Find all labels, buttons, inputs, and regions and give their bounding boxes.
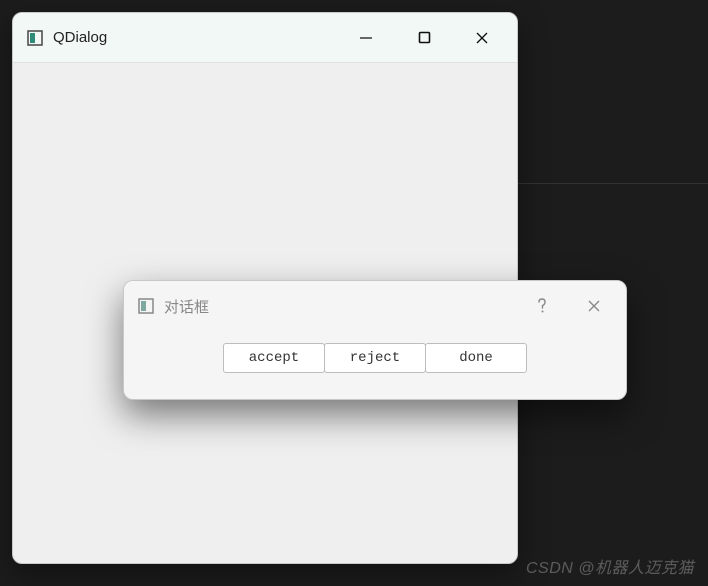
dialog-app-icon [138,298,154,314]
done-button[interactable]: done [425,343,527,373]
background-divider [517,183,708,184]
dialog-titlebar[interactable]: 对话框 [124,281,626,331]
minimize-button[interactable] [337,14,395,62]
dialog-body: accept reject done [124,331,626,389]
help-button[interactable] [516,282,568,330]
dialog-button-row: accept reject done [223,343,527,373]
app-icon [27,30,43,46]
close-button[interactable] [453,14,511,62]
accept-button[interactable]: accept [223,343,325,373]
watermark-text: CSDN @机器人迈克猫 [526,554,694,578]
main-window-title: QDialog [53,29,337,46]
dialog-window-title: 对话框 [164,296,516,317]
main-titlebar[interactable]: QDialog [13,13,517,63]
dialog-close-button[interactable] [568,282,620,330]
dialog-window-controls [516,282,620,330]
maximize-button[interactable] [395,14,453,62]
reject-button[interactable]: reject [324,343,426,373]
window-controls [337,14,511,62]
dialog-window: 对话框 accept reject done [123,280,627,400]
